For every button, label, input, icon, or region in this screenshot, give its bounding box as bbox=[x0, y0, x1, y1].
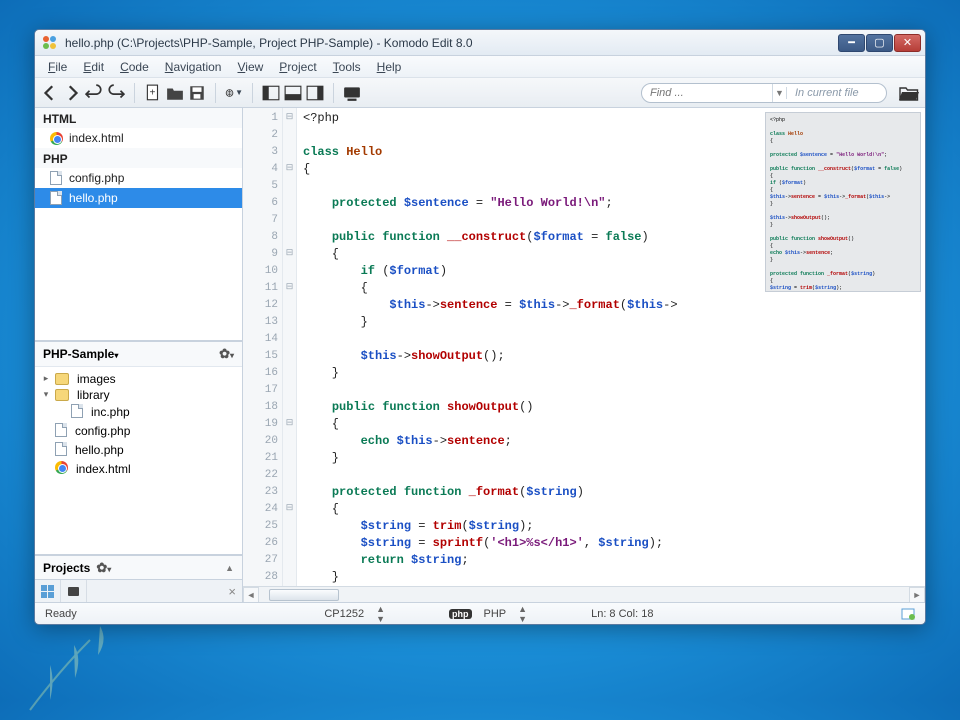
tree-label: hello.php bbox=[75, 443, 124, 457]
minimize-button[interactable]: ━ bbox=[838, 34, 865, 52]
close-button[interactable]: ✕ bbox=[894, 34, 921, 52]
tree-file[interactable]: inc.php bbox=[41, 403, 236, 422]
open-button[interactable] bbox=[166, 84, 184, 102]
fold-column[interactable]: ⊟⊟⊟⊟⊟⊟ bbox=[283, 108, 297, 586]
file-icon bbox=[71, 404, 83, 421]
main-area: HTML index.html PHP config.php hello.php PHP… bbox=[35, 108, 925, 602]
project-settings-icon[interactable]: ✿▾ bbox=[219, 346, 234, 362]
doc-icon bbox=[49, 171, 63, 185]
undo-button[interactable] bbox=[85, 84, 103, 102]
save-button[interactable] bbox=[188, 84, 206, 102]
chrome-icon bbox=[49, 131, 63, 145]
tree-label: inc.php bbox=[91, 405, 130, 419]
app-window: hello.php (C:\Projects\PHP-Sample, Proje… bbox=[34, 29, 926, 625]
file-label: index.html bbox=[69, 131, 124, 145]
line-gutter: 1234567891011121314151617181920212223242… bbox=[243, 108, 283, 586]
status-ready: Ready bbox=[45, 608, 77, 620]
sidebar-tab-code[interactable] bbox=[61, 580, 87, 602]
menu-tools[interactable]: Tools bbox=[326, 58, 368, 76]
sidebar-tabs: × bbox=[35, 579, 242, 602]
tree-folder[interactable]: ▾ library bbox=[41, 387, 236, 403]
openfile-item[interactable]: hello.php bbox=[35, 188, 242, 208]
titlebar[interactable]: hello.php (C:\Projects\PHP-Sample, Proje… bbox=[35, 30, 925, 56]
tree-label: config.php bbox=[75, 424, 130, 438]
new-file-button[interactable]: + bbox=[144, 84, 162, 102]
doc-icon bbox=[49, 191, 63, 205]
menu-edit[interactable]: Edit bbox=[76, 58, 111, 76]
status-language[interactable]: PHP bbox=[484, 608, 507, 620]
menu-navigation[interactable]: Navigation bbox=[158, 58, 229, 76]
scroll-thumb[interactable] bbox=[269, 589, 339, 601]
open-files-pane: HTML index.html PHP config.php hello.php bbox=[35, 108, 242, 341]
tree-label: library bbox=[77, 388, 110, 402]
tree-file[interactable]: hello.php bbox=[41, 441, 236, 460]
horizontal-scrollbar[interactable]: ◄ ► bbox=[243, 586, 925, 602]
sidebar-close-icon[interactable]: × bbox=[228, 584, 236, 599]
panel-bottom-icon[interactable] bbox=[284, 84, 302, 102]
openfile-item[interactable]: config.php bbox=[35, 168, 242, 188]
collapse-icon[interactable]: ▲ bbox=[225, 563, 234, 573]
menubar: FileEditCodeNavigationViewProjectToolsHe… bbox=[35, 56, 925, 78]
file-icon bbox=[55, 423, 67, 440]
toolbar: + ▼ ▼ In current file bbox=[35, 78, 925, 108]
window-title: hello.php (C:\Projects\PHP-Sample, Proje… bbox=[65, 36, 838, 50]
file-icon bbox=[55, 442, 67, 459]
file-label: config.php bbox=[69, 171, 124, 185]
openfiles-group: PHP bbox=[35, 148, 242, 168]
panel-left-icon[interactable] bbox=[262, 84, 280, 102]
menu-view[interactable]: View bbox=[230, 58, 270, 76]
terminal-icon[interactable] bbox=[343, 84, 361, 102]
tree-label: images bbox=[77, 372, 116, 386]
maximize-button[interactable]: ▢ bbox=[866, 34, 893, 52]
redo-button[interactable] bbox=[107, 84, 125, 102]
back-button[interactable] bbox=[41, 84, 59, 102]
globe-button[interactable]: ▼ bbox=[225, 84, 243, 102]
find-input[interactable] bbox=[642, 84, 772, 102]
file-label: hello.php bbox=[69, 191, 118, 205]
sidebar-tab-places[interactable] bbox=[35, 580, 61, 602]
folder-icon bbox=[55, 373, 69, 385]
find-scope[interactable]: In current file bbox=[786, 87, 886, 99]
lang-badge: php bbox=[449, 609, 472, 619]
panel-right-icon[interactable] bbox=[306, 84, 324, 102]
find-dropdown[interactable]: ▼ bbox=[772, 84, 786, 102]
minimap[interactable]: <?php class Hello{ protected $sentence =… bbox=[765, 112, 921, 292]
app-icon bbox=[43, 36, 59, 50]
projects-gear-icon[interactable]: ✿▾ bbox=[96, 560, 111, 576]
menu-file[interactable]: File bbox=[41, 58, 74, 76]
sync-status-icon[interactable] bbox=[901, 607, 915, 621]
forward-button[interactable] bbox=[63, 84, 81, 102]
scroll-right-icon[interactable]: ► bbox=[909, 587, 925, 602]
svg-text:+: + bbox=[149, 87, 155, 98]
folder-icon bbox=[55, 389, 69, 401]
project-tree: ▸ images ▾ library inc.php config.php hello.ph… bbox=[35, 367, 242, 482]
project-pane: PHP-Sample▾ ✿▾ ▸ images ▾ library inc.php con… bbox=[35, 341, 242, 556]
tree-twisty-icon[interactable]: ▾ bbox=[41, 389, 51, 400]
tree-folder[interactable]: ▸ images bbox=[41, 371, 236, 387]
status-cursor: Ln: 8 Col: 18 bbox=[591, 608, 653, 620]
projects-section[interactable]: Projects ✿▾ ▲ bbox=[35, 555, 242, 579]
sidebar: HTML index.html PHP config.php hello.php PHP… bbox=[35, 108, 243, 602]
status-encoding[interactable]: CP1252 bbox=[324, 608, 364, 620]
menu-code[interactable]: Code bbox=[113, 58, 156, 76]
openfile-item[interactable]: index.html bbox=[35, 128, 242, 148]
chrome-icon bbox=[55, 461, 68, 477]
openfiles-group: HTML bbox=[35, 108, 242, 128]
find-box: ▼ In current file bbox=[641, 83, 887, 103]
tree-label: index.html bbox=[76, 462, 131, 476]
menu-project[interactable]: Project bbox=[272, 58, 323, 76]
statusbar: Ready CP1252 ▲▼ php PHP ▲▼ Ln: 8 Col: 18 bbox=[35, 602, 925, 624]
scroll-left-icon[interactable]: ◄ bbox=[243, 587, 259, 602]
menu-help[interactable]: Help bbox=[370, 58, 409, 76]
tree-file[interactable]: index.html bbox=[41, 460, 236, 478]
tree-twisty-icon[interactable]: ▸ bbox=[41, 373, 51, 384]
editor[interactable]: 1234567891011121314151617181920212223242… bbox=[243, 108, 925, 586]
open-folder-button[interactable] bbox=[899, 84, 919, 102]
lang-stepper-icon[interactable]: ▲▼ bbox=[518, 604, 527, 624]
project-name[interactable]: PHP-Sample▾ bbox=[43, 347, 118, 361]
encoding-stepper-icon[interactable]: ▲▼ bbox=[376, 604, 385, 624]
tree-file[interactable]: config.php bbox=[41, 422, 236, 441]
